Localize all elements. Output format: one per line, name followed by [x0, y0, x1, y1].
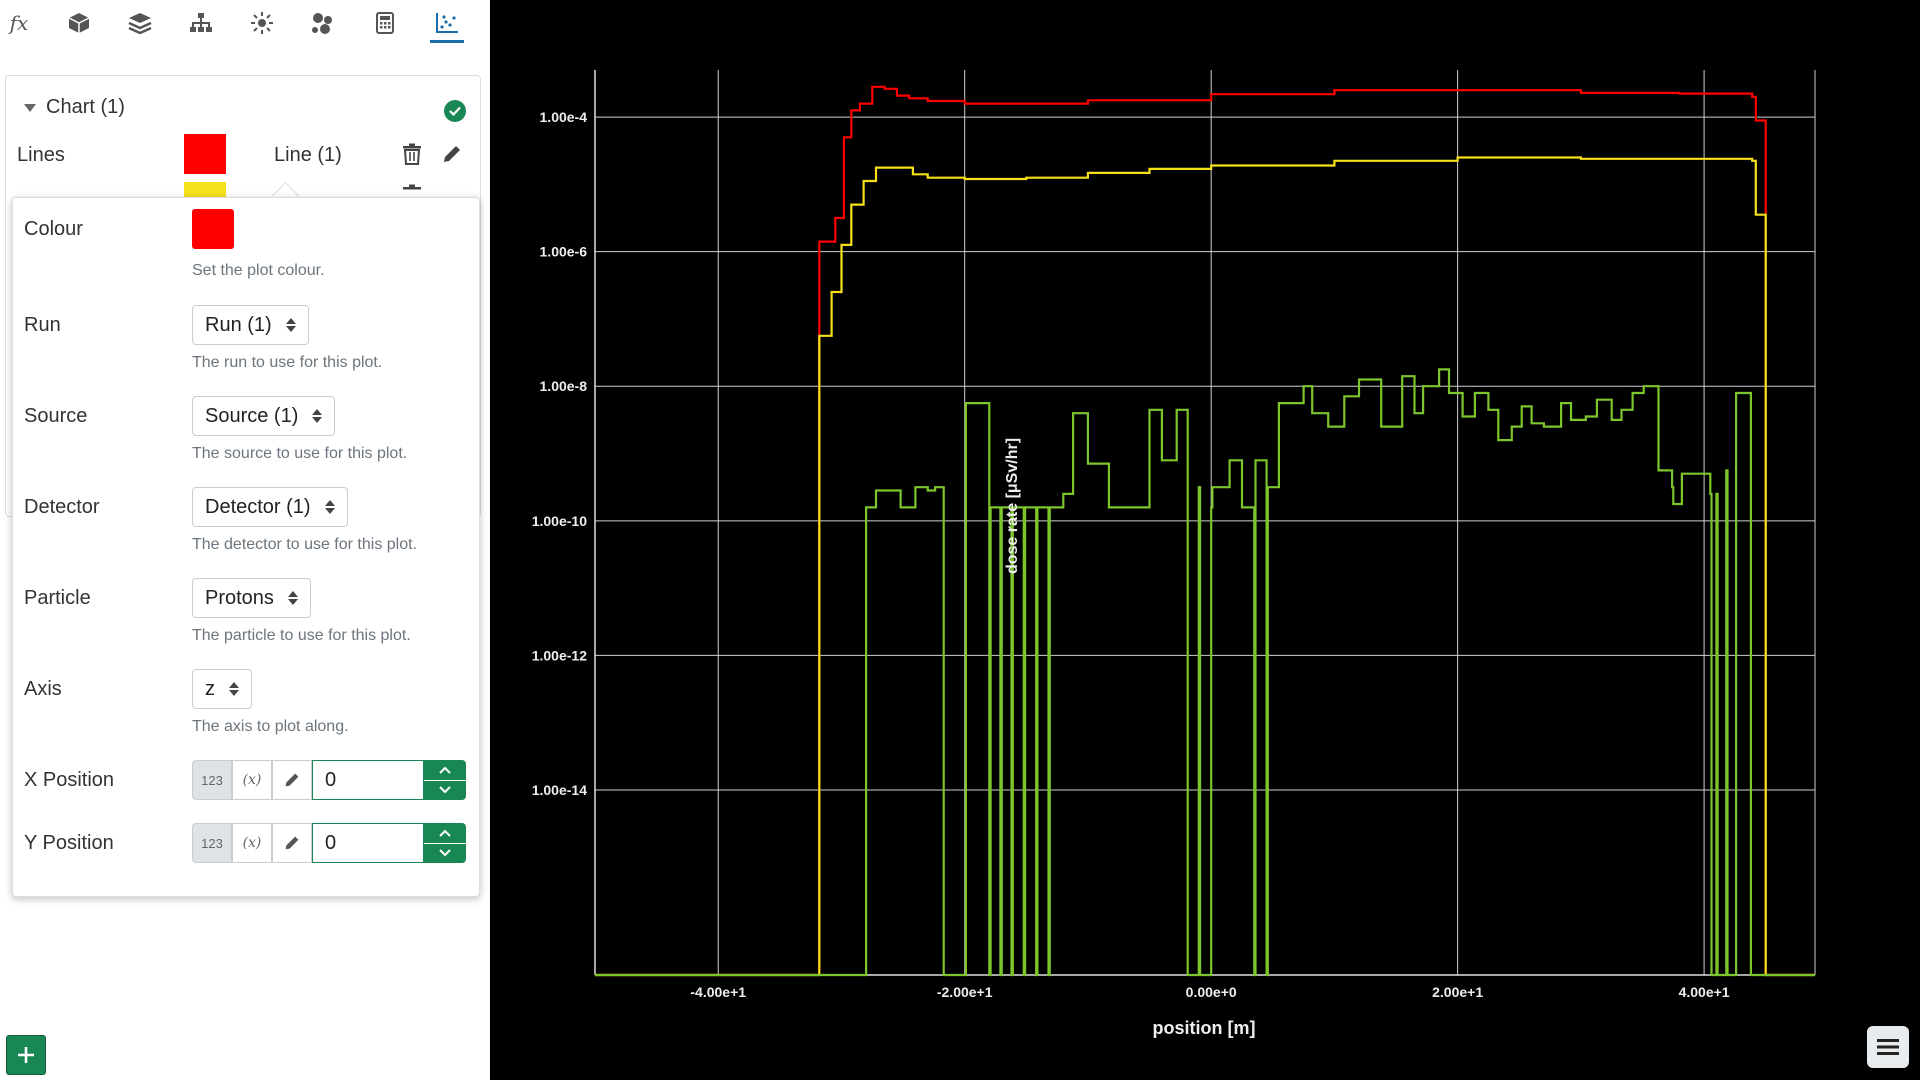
run-help: The run to use for this plot.	[192, 354, 383, 371]
y-position-label: Y Position	[24, 832, 114, 854]
run-select[interactable]: Run (1)	[192, 305, 309, 345]
pencil-icon[interactable]	[439, 141, 465, 167]
left-panel: fx Chart (1) Lines Line (1) Colour Set t…	[0, 0, 490, 1080]
hamburger-icon	[1877, 1039, 1899, 1055]
run-select-value: Run (1)	[205, 313, 272, 336]
fx-icon[interactable]: fx	[2, 6, 36, 40]
x-position-label: X Position	[24, 769, 115, 791]
particle-select-value: Protons	[205, 586, 274, 609]
particle-select[interactable]: Protons	[192, 578, 311, 618]
y-tick-label: 1.00e-10	[532, 513, 587, 529]
add-button[interactable]	[6, 1035, 46, 1075]
cube-icon[interactable]	[62, 6, 96, 40]
axis-select-value: z	[205, 677, 215, 700]
source-label: Source	[24, 405, 88, 427]
detector-help: The detector to use for this plot.	[192, 536, 418, 553]
number-mode-button[interactable]: 123	[192, 760, 232, 800]
pencil-icon[interactable]	[272, 823, 312, 863]
hierarchy-icon[interactable]	[184, 6, 218, 40]
pencil-icon[interactable]	[272, 760, 312, 800]
colour-label: Colour	[24, 218, 83, 240]
x-tick-label: 2.00e+1	[1432, 984, 1483, 1000]
run-label: Run	[24, 314, 61, 336]
x-tick-label: 4.00e+1	[1679, 984, 1730, 1000]
sort-icon	[285, 318, 296, 332]
line-2-colour-swatch[interactable]	[184, 182, 226, 198]
line-1-colour-swatch[interactable]	[184, 134, 226, 174]
chart-icon[interactable]	[430, 6, 464, 43]
chevron-down-icon[interactable]	[424, 844, 466, 864]
line-1-label: Line (1)	[274, 144, 342, 166]
x-tick-label: 0.00e+0	[1186, 984, 1237, 1000]
source-select-value: Source (1)	[205, 404, 299, 427]
detector-select-value: Detector (1)	[205, 495, 311, 518]
x-tick-label: -2.00e+1	[937, 984, 993, 1000]
lines-label: Lines	[17, 144, 65, 166]
axis-label: Axis	[24, 678, 62, 700]
grid	[594, 70, 1816, 976]
colour-help: Set the plot colour.	[192, 262, 325, 279]
menu-button[interactable]	[1867, 1026, 1909, 1068]
series-group	[595, 85, 1815, 977]
molecule-icon[interactable]	[306, 6, 340, 40]
colour-picker[interactable]	[192, 209, 234, 249]
series-line-1	[595, 85, 1815, 977]
source-select[interactable]: Source (1)	[192, 396, 336, 436]
x-position-stepper[interactable]	[424, 760, 466, 800]
detector-select[interactable]: Detector (1)	[192, 487, 348, 527]
y-tick-label: 1.00e-8	[540, 378, 588, 394]
axis-help: The axis to plot along.	[192, 718, 349, 735]
chevron-up-icon[interactable]	[424, 823, 466, 844]
particle-label: Particle	[24, 587, 91, 609]
y-position-input-group: 123 (x) 0	[192, 823, 466, 863]
plus-icon	[18, 1047, 34, 1063]
expression-mode-button[interactable]: (x)	[232, 823, 272, 863]
series-line-2	[595, 156, 1815, 977]
chart-title: Chart (1)	[46, 96, 125, 118]
sun-icon[interactable]	[245, 6, 279, 40]
trash-icon[interactable]	[399, 184, 425, 196]
chevron-up-icon[interactable]	[424, 760, 466, 781]
x-position-input[interactable]: 0	[312, 760, 424, 800]
source-help: The source to use for this plot.	[192, 445, 408, 462]
calculator-icon[interactable]	[368, 6, 402, 40]
plot-area[interactable]: -4.00e+1 -2.00e+1 0.00e+0 2.00e+1 4.00e+1 1.0…	[490, 0, 1920, 1080]
particle-help: The particle to use for this plot.	[192, 627, 411, 644]
detector-label: Detector	[24, 496, 100, 518]
sort-icon	[324, 500, 335, 514]
tick-labels: -4.00e+1 -2.00e+1 0.00e+0 2.00e+1 4.00e+1 1.0…	[532, 109, 1730, 1000]
x-axis-label: position [m]	[1153, 1018, 1256, 1038]
x-position-input-group: 123 (x) 0	[192, 760, 466, 800]
y-axis-label: dose rate [μSv/hr]	[1004, 438, 1021, 574]
y-tick-label: 1.00e-14	[532, 782, 587, 798]
y-tick-label: 1.00e-4	[540, 109, 588, 125]
sort-icon	[287, 591, 298, 605]
chevron-down-icon[interactable]	[24, 103, 36, 112]
chevron-down-icon[interactable]	[424, 781, 466, 801]
axis-select[interactable]: z	[192, 669, 252, 709]
trash-icon[interactable]	[399, 141, 425, 167]
y-position-input[interactable]: 0	[312, 823, 424, 863]
dose-rate-chart: -4.00e+1 -2.00e+1 0.00e+0 2.00e+1 4.00e+1 1.0…	[532, 70, 1816, 1038]
y-position-stepper[interactable]	[424, 823, 466, 863]
sort-icon	[229, 682, 239, 696]
x-tick-label: -4.00e+1	[690, 984, 746, 1000]
toolbar: fx	[0, 0, 490, 48]
check-icon	[444, 100, 466, 122]
y-tick-label: 1.00e-6	[540, 244, 588, 260]
layers-icon[interactable]	[123, 6, 157, 40]
number-mode-button[interactable]: 123	[192, 823, 232, 863]
chart-header[interactable]: Chart (1)	[24, 96, 125, 119]
sort-icon	[312, 409, 323, 423]
y-tick-label: 1.00e-12	[532, 647, 587, 663]
series-line-3	[595, 368, 1815, 977]
expression-mode-button[interactable]: (x)	[232, 760, 272, 800]
